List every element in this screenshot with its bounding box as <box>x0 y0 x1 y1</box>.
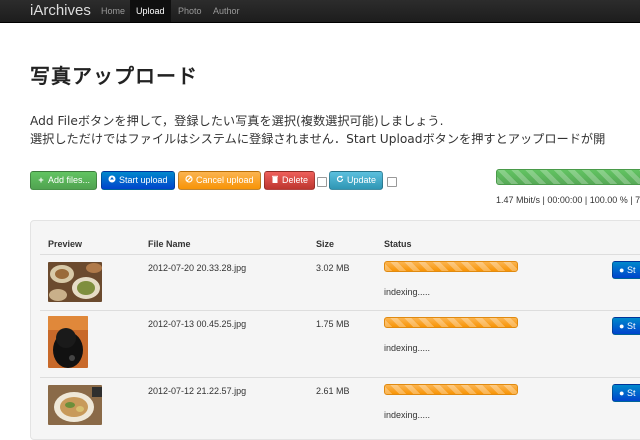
global-progress-bar <box>496 169 640 185</box>
delete-label: Delete <box>282 175 309 185</box>
select-checkbox[interactable] <box>317 177 327 187</box>
preview-thumbnail[interactable] <box>48 262 102 302</box>
file-size: 2.61 MB <box>316 386 350 396</box>
update-button[interactable]: Update <box>329 171 384 190</box>
preview-thumbnail[interactable] <box>48 316 88 368</box>
cancel-upload-label: Cancel upload <box>196 175 254 185</box>
instructions-line-1: Add Fileボタンを押して，登録したい写真を選択(複数選択可能)しましょう. <box>30 114 444 128</box>
nav-item-home[interactable]: Home <box>95 0 131 22</box>
file-size: 3.02 MB <box>316 263 350 273</box>
column-header-preview: Preview <box>48 239 83 249</box>
start-upload-button[interactable]: Start upload <box>101 171 175 190</box>
start-file-button[interactable]: ● St <box>612 261 640 279</box>
table-row: 2012-07-13 00.45.25.jpg 1.75 MB indexing… <box>0 311 640 371</box>
plus-icon: + <box>38 175 44 185</box>
upload-circle-icon: ● <box>619 321 625 331</box>
upload-circle-icon: ● <box>619 388 625 398</box>
start-file-button[interactable]: ● St <box>612 384 640 402</box>
nav-item-upload[interactable]: Upload <box>130 0 171 22</box>
add-files-label: Add files... <box>48 175 91 185</box>
page-title: 写真アップロード <box>30 64 198 88</box>
file-name: 2012-07-20 20.33.28.jpg <box>148 263 247 273</box>
nav-item-photo[interactable]: Photo <box>172 0 208 22</box>
instructions-line-2: 選択しただけではファイルはシステムに登録されません．Start Uploadボタ… <box>30 132 606 146</box>
top-navbar: iArchives Home Upload Photo Author <box>0 0 640 23</box>
table-row: 2012-07-20 20.33.28.jpg 3.02 MB indexing… <box>0 255 640 315</box>
start-file-label: St <box>626 388 636 398</box>
brand-logo[interactable]: iArchives <box>30 1 91 20</box>
file-progress-bar <box>384 317 518 328</box>
cancel-upload-button[interactable]: Cancel upload <box>178 171 261 190</box>
file-name: 2012-07-13 00.45.25.jpg <box>148 319 247 329</box>
file-progress-bar <box>384 261 518 272</box>
delete-button[interactable]: Delete <box>264 171 316 190</box>
table-row: 2012-07-12 21.22.57.jpg 2.61 MB indexing… <box>0 378 640 438</box>
file-status: indexing..... <box>384 287 431 297</box>
file-size: 1.75 MB <box>316 319 350 329</box>
upload-circle-icon <box>108 172 116 189</box>
column-header-file-name: File Name <box>148 239 191 249</box>
start-file-label: St <box>626 265 636 275</box>
file-status: indexing..... <box>384 343 431 353</box>
file-progress-bar <box>384 384 518 395</box>
preview-thumbnail[interactable] <box>48 385 102 425</box>
column-header-size: Size <box>316 239 335 249</box>
trash-icon <box>271 172 279 189</box>
refresh-icon <box>336 172 344 189</box>
global-progress-stats: 1.47 Mbit/s | 00:00:00 | 100.00 % | 7. <box>496 195 640 205</box>
upload-circle-icon: ● <box>619 265 625 275</box>
start-upload-label: Start upload <box>119 175 168 185</box>
file-name: 2012-07-12 21.22.57.jpg <box>148 386 247 396</box>
add-files-button[interactable]: + Add files... <box>30 171 98 190</box>
select-all-checkbox[interactable] <box>387 177 397 187</box>
start-file-label: St <box>626 321 636 331</box>
start-file-button[interactable]: ● St <box>612 317 640 335</box>
column-header-status: Status <box>384 239 412 249</box>
file-status: indexing..... <box>384 410 431 420</box>
ban-icon <box>185 172 193 189</box>
update-label: Update <box>347 175 377 185</box>
nav-item-author[interactable]: Author <box>207 0 246 22</box>
